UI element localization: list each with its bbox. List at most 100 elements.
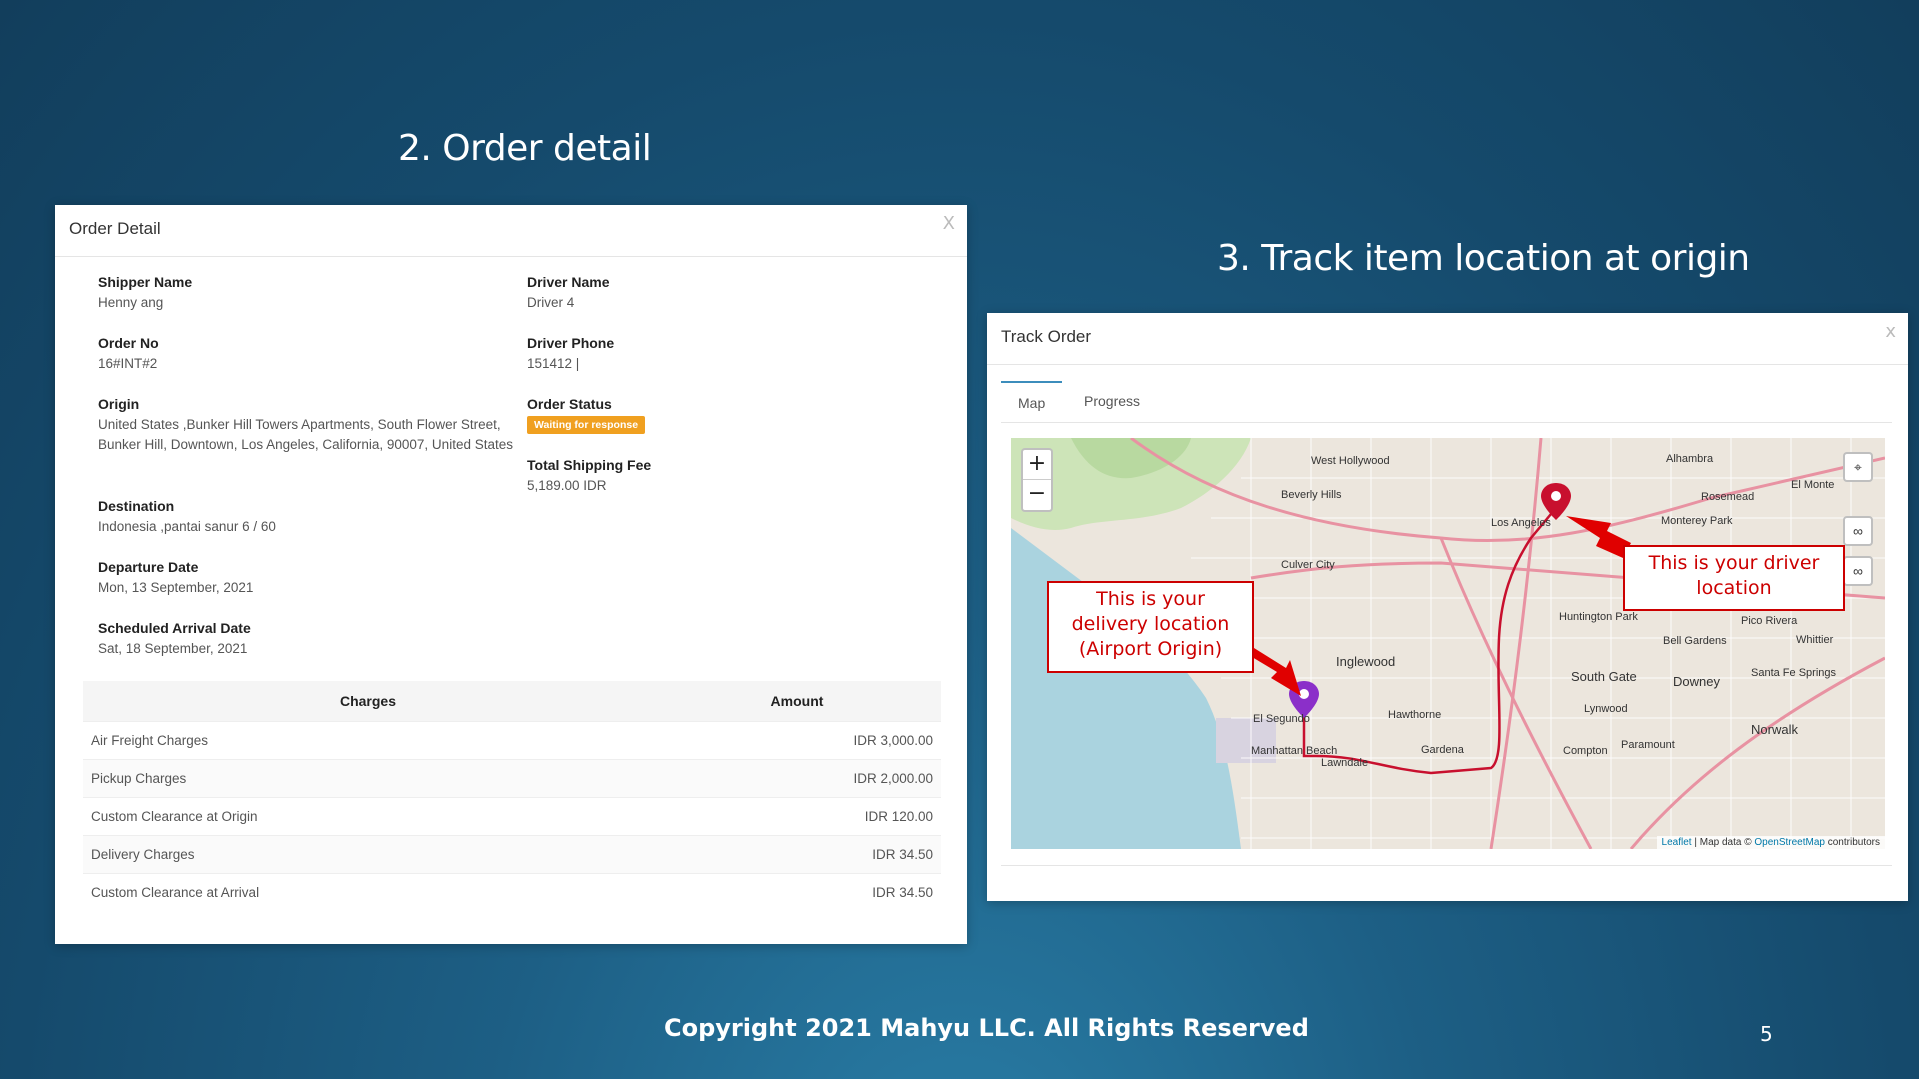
tab-map[interactable]: Map — [1001, 381, 1063, 423]
driver-location-callout: This is your driver location — [1623, 545, 1845, 611]
driver-marker — [1541, 483, 1571, 520]
departure-field: Departure Date Mon, 13 September, 2021 — [98, 558, 518, 598]
order-detail-modal: Order Detail X Shipper Name Henny ang Or… — [55, 205, 967, 944]
delivery-route — [1302, 507, 1557, 775]
table-row: Delivery Charges IDR 34.50 — [83, 834, 941, 873]
order-no-field: Order No 16#INT#2 — [98, 334, 518, 374]
place-label: Beverly Hills — [1281, 489, 1342, 501]
divider — [1001, 865, 1892, 866]
close-button[interactable]: X — [943, 213, 955, 234]
table-header-row: Charges Amount — [83, 681, 941, 721]
modal-title: Track Order — [1001, 327, 1092, 346]
order-no-value: 16#INT#2 — [98, 356, 158, 371]
place-label: Pico Rivera — [1741, 615, 1798, 627]
modal-title: Order Detail — [69, 219, 161, 238]
field-label: Scheduled Arrival Date — [98, 620, 251, 636]
table-row: Air Freight Charges IDR 3,000.00 — [83, 720, 941, 759]
origin-value: United States ,Bunker Hill Towers Apartm… — [98, 417, 513, 452]
field-label: Origin — [98, 396, 140, 412]
charge-amount: IDR 3,000.00 — [653, 720, 941, 759]
place-label: Whittier — [1796, 634, 1834, 646]
delivery-location-callout: This is your delivery location (Airport … — [1047, 581, 1254, 673]
charge-amount: IDR 120.00 — [653, 796, 941, 835]
shipper-name-field: Shipper Name Henny ang — [98, 273, 518, 313]
place-label: Downey — [1673, 674, 1720, 689]
locate-icon[interactable]: ⌖ — [1843, 452, 1873, 482]
place-label: Lawndale — [1321, 757, 1368, 769]
route-icon[interactable]: ∞ — [1843, 516, 1873, 546]
driver-phone-field: Driver Phone 151412 | — [527, 334, 947, 374]
modal-header: Order Detail X — [55, 205, 967, 257]
field-label: Total Shipping Fee — [527, 457, 652, 473]
charges-table: Charges Amount Air Freight Charges IDR 3,… — [83, 681, 941, 911]
driver-name-value: Driver 4 — [527, 295, 575, 310]
place-label: Rosemead — [1701, 491, 1754, 503]
field-label: Order No — [98, 335, 159, 351]
place-label: Norwalk — [1751, 722, 1798, 737]
charge-name: Delivery Charges — [83, 834, 653, 873]
place-label: El Monte — [1791, 479, 1834, 491]
table-row: Custom Clearance at Origin IDR 120.00 — [83, 796, 941, 835]
table-row: Custom Clearance at Arrival IDR 34.50 — [83, 872, 941, 911]
charge-amount: IDR 34.50 — [653, 872, 941, 911]
destination-value: Indonesia ,pantai sanur 6 / 60 — [98, 519, 276, 534]
place-label: Gardena — [1421, 744, 1465, 756]
track-location-heading: 3. Track item location at origin — [1217, 238, 1750, 279]
place-label: Lynwood — [1584, 703, 1628, 715]
zoom-out-button[interactable]: − — [1023, 480, 1051, 510]
origin-field: Origin United States ,Bunker Hill Towers… — [98, 395, 518, 455]
place-label: Huntington Park — [1559, 611, 1638, 623]
place-label: Los Angeles — [1491, 517, 1551, 529]
shipper-name-value: Henny ang — [98, 295, 164, 310]
modal-header: Track Order x — [987, 313, 1908, 365]
field-label: Driver Phone — [527, 335, 615, 351]
route-map[interactable]: West Hollywood Beverly Hills Culver City In… — [1011, 438, 1885, 849]
zoom-control: + − — [1021, 448, 1053, 512]
route-alt-icon[interactable]: ∞ — [1843, 556, 1873, 586]
order-detail-heading: 2. Order detail — [398, 128, 652, 169]
place-label: Inglewood — [1336, 654, 1395, 669]
place-label: Bell Gardens — [1663, 635, 1727, 647]
arrival-field: Scheduled Arrival Date Sat, 18 September… — [98, 619, 518, 659]
field-label: Shipper Name — [98, 274, 193, 290]
map-attribution: Leaflet | Map data © OpenStreetMap contr… — [1656, 836, 1885, 849]
charge-name: Custom Clearance at Arrival — [83, 872, 653, 911]
place-label: West Hollywood — [1311, 455, 1390, 467]
place-label: Hawthorne — [1388, 709, 1441, 721]
leaflet-link[interactable]: Leaflet — [1662, 837, 1692, 848]
charge-name: Pickup Charges — [83, 758, 653, 797]
shipping-fee-value: 5,189.00 IDR — [527, 478, 607, 493]
place-label: South Gate — [1571, 669, 1637, 684]
charge-amount: IDR 2,000.00 — [653, 758, 941, 797]
attribution-text: | Map data © — [1691, 837, 1755, 848]
page-number: 5 — [1760, 1022, 1773, 1046]
driver-phone-value: 151412 | — [527, 356, 580, 371]
copyright-footer: Copyright 2021 Mahyu LLC. All Rights Res… — [664, 1014, 1309, 1042]
field-label: Order Status — [527, 396, 612, 412]
track-order-modal: Track Order x Map Progress West Hollywoo… — [987, 313, 1908, 901]
osm-link[interactable]: OpenStreetMap — [1754, 837, 1825, 848]
driver-name-field: Driver Name Driver 4 — [527, 273, 947, 313]
shipping-fee-field: Total Shipping Fee 5,189.00 IDR — [527, 456, 947, 496]
tab-bar: Map Progress — [1001, 381, 1892, 423]
place-label: Compton — [1563, 745, 1608, 757]
tab-progress[interactable]: Progress — [1067, 381, 1157, 423]
place-label: Santa Fe Springs — [1751, 667, 1836, 679]
zoom-in-button[interactable]: + — [1023, 450, 1051, 480]
ocean-area — [1011, 528, 1241, 849]
charge-amount: IDR 34.50 — [653, 834, 941, 873]
charge-name: Custom Clearance at Origin — [83, 796, 653, 835]
departure-value: Mon, 13 September, 2021 — [98, 580, 254, 595]
attribution-end: contributors — [1824, 837, 1880, 848]
field-label: Departure Date — [98, 559, 199, 575]
amount-header: Amount — [653, 681, 941, 721]
place-label: Paramount — [1621, 739, 1675, 751]
place-label: El Segundo — [1253, 713, 1310, 725]
place-label: Alhambra — [1666, 453, 1714, 465]
charges-body: Air Freight Charges IDR 3,000.00 Pickup Ch… — [83, 720, 941, 911]
place-label: Culver City — [1281, 559, 1335, 571]
close-button[interactable]: x — [1885, 321, 1896, 342]
status-badge: Waiting for response — [527, 416, 646, 434]
field-label: Driver Name — [527, 274, 610, 290]
place-label: Manhattan Beach — [1251, 745, 1337, 757]
